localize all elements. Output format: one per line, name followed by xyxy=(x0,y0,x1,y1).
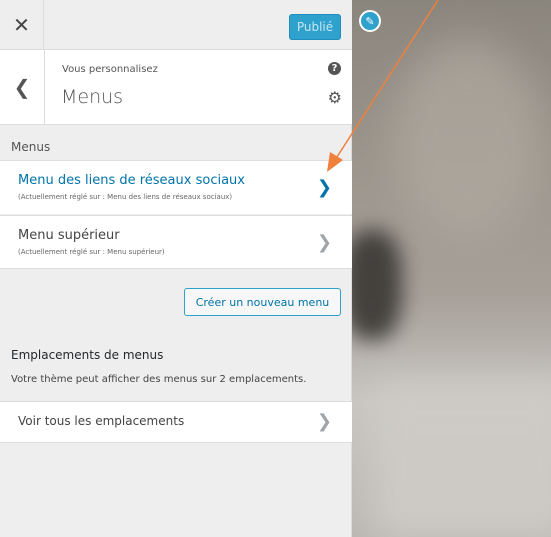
menu-item-assignment: (Actuellement réglé sur : Menu supérieur… xyxy=(18,248,165,256)
preview-background-shape xyxy=(372,380,551,537)
gear-icon[interactable]: ⚙ xyxy=(328,88,342,107)
close-icon: ✕ xyxy=(13,12,30,37)
customizing-label: Vous personnalisez xyxy=(62,64,158,75)
preview-background-shape xyxy=(352,230,402,340)
view-all-locations-button[interactable]: Voir tous les emplacements ❯ xyxy=(0,401,352,443)
chevron-right-icon: ❯ xyxy=(316,232,332,253)
site-preview[interactable]: ✎ xyxy=(352,0,551,537)
close-button[interactable]: ✕ xyxy=(0,0,44,49)
menu-item-assignment: (Actuellement réglé sur : Menu des liens… xyxy=(18,193,233,201)
chevron-left-icon: ❮ xyxy=(13,75,31,99)
menu-locations-description: Votre thème peut afficher des menus sur … xyxy=(11,374,307,385)
customizer-topbar: ✕ Publié xyxy=(0,0,352,50)
page-title: Menus xyxy=(61,86,124,108)
menu-item-top-menu[interactable]: Menu supérieur (Actuellement réglé sur :… xyxy=(0,215,352,269)
create-new-menu-button[interactable]: Créer un nouveau menu xyxy=(184,288,341,316)
menu-locations-heading: Emplacements de menus xyxy=(11,348,164,362)
section-header: ❮ Vous personnalisez Menus ? ⚙ xyxy=(0,50,352,125)
pencil-icon[interactable]: ✎ xyxy=(359,10,381,32)
chevron-right-icon: ❯ xyxy=(316,411,332,432)
menus-heading: Menus xyxy=(11,140,51,154)
chevron-right-icon: ❯ xyxy=(316,177,332,198)
menu-item-name: Menu supérieur xyxy=(18,228,120,243)
view-all-locations-label: Voir tous les emplacements xyxy=(18,414,185,428)
back-button[interactable]: ❮ xyxy=(0,50,45,124)
help-icon[interactable]: ? xyxy=(328,62,341,75)
menu-item-social-links[interactable]: Menu des liens de réseaux sociaux (Actue… xyxy=(0,160,352,214)
preview-background-shape xyxy=(392,40,542,240)
publish-button[interactable]: Publié xyxy=(289,14,341,40)
menu-item-name: Menu des liens de réseaux sociaux xyxy=(18,173,245,188)
customizer-panel: ✕ Publié ❮ Vous personnalisez Menus ? ⚙ … xyxy=(0,0,352,537)
